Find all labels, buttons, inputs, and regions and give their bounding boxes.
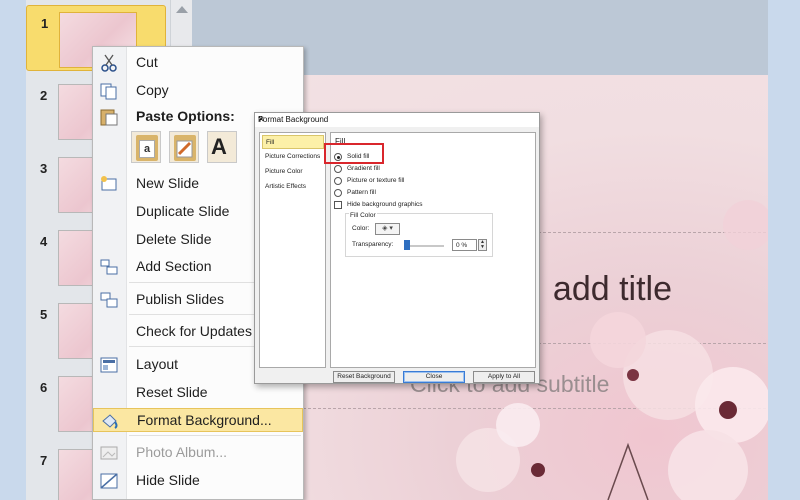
menu-item-label: Delete Slide [136, 231, 212, 247]
transparency-value-input[interactable]: 0 % [452, 239, 477, 251]
publish-slides-icon [100, 292, 118, 308]
paste-keep-source-formatting-icon[interactable] [169, 131, 199, 163]
close-icon[interactable]: ✕ [258, 115, 265, 124]
menu-item-cut[interactable]: Cut [93, 51, 303, 75]
title-placeholder-text: add title [552, 270, 672, 308]
menu-item-label: Layout [136, 356, 179, 372]
reset-background-button[interactable]: Reset Background [333, 371, 395, 383]
category-artistic-effects[interactable]: Artistic Effects [262, 180, 324, 194]
option-label: Hide background graphics [347, 201, 423, 208]
slide-number: 1 [41, 16, 49, 31]
text-only-glyph: A [211, 134, 227, 159]
slide-number: 3 [40, 161, 48, 176]
radio-button[interactable] [334, 177, 342, 185]
menu-item-label: New Slide [136, 175, 200, 191]
menu-item-label: Paste Options: [136, 108, 235, 124]
option-label: Picture or texture fill [347, 177, 405, 184]
layout-icon [100, 357, 118, 373]
menu-item-label: Photo Album... [136, 444, 228, 460]
menu-item-label: Hide Slide [136, 472, 200, 488]
menu-item-hide-slide[interactable]: Hide Slide [93, 469, 303, 493]
transparency-spinner[interactable]: ▲ ▼ [478, 239, 487, 251]
fill-settings-panel: Fill Solid fill Gradient fill Picture or… [330, 132, 536, 368]
add-section-icon [100, 259, 118, 275]
paste-use-destination-theme-icon[interactable]: a [131, 131, 161, 163]
slide-number: 2 [40, 88, 48, 103]
dialog-title-bar[interactable]: Format Background ? ✕ [255, 113, 539, 127]
copy-icon [100, 83, 117, 100]
dialog-category-list: Fill Picture Corrections Picture Color A… [259, 132, 326, 368]
menu-item-label: Check for Updates [136, 323, 252, 339]
slide-number: 4 [40, 234, 48, 249]
radio-button[interactable] [334, 189, 342, 197]
slide-number: 7 [40, 453, 48, 468]
option-label: Pattern fill [347, 189, 376, 196]
new-slide-icon [101, 176, 117, 191]
menu-separator [129, 435, 301, 436]
menu-item-label: Add Section [136, 258, 212, 274]
menu-item-photo-album[interactable]: Photo Album... [93, 441, 303, 465]
menu-item-format-background[interactable]: Format Background... [93, 408, 303, 432]
transparency-slider-thumb[interactable] [404, 240, 410, 250]
menu-item-label: Duplicate Slide [136, 203, 230, 219]
fill-color-group: Fill Color Color: ◈ ▾ Transparency: 0 % … [345, 212, 493, 257]
brush-icon [176, 140, 193, 158]
menu-item-label: Copy [136, 82, 169, 98]
format-background-dialog: Format Background ? ✕ Fill Picture Corre… [254, 112, 540, 384]
photo-album-icon [100, 446, 118, 460]
annotation-highlight-box [324, 143, 384, 164]
fill-color-group-label: Fill Color [349, 212, 377, 219]
transparency-slider-track[interactable] [406, 245, 444, 247]
slide-number: 6 [40, 380, 48, 395]
apply-to-all-button[interactable]: Apply to All [473, 371, 535, 383]
category-picture-color[interactable]: Picture Color [262, 165, 324, 179]
format-background-icon [102, 414, 118, 429]
menu-item-label: Publish Slides [136, 291, 224, 307]
close-button[interactable]: Close [403, 371, 465, 383]
category-fill[interactable]: Fill [262, 135, 324, 149]
color-picker-button[interactable]: ◈ ▾ [375, 223, 400, 235]
right-margin [768, 0, 800, 500]
scroll-up-arrow-icon[interactable] [176, 6, 188, 13]
scissors-icon [101, 54, 117, 72]
menu-item-copy[interactable]: Copy [93, 79, 303, 103]
paste-paper-glyph: a [139, 140, 155, 158]
color-label: Color: [352, 225, 370, 232]
category-picture-corrections[interactable]: Picture Corrections [262, 150, 324, 164]
clipboard-icon [100, 109, 118, 126]
menu-item-label: Reset Slide [136, 384, 208, 400]
menu-item-label: Format Background... [137, 412, 272, 428]
slide-number: 5 [40, 307, 48, 322]
dialog-title: Format Background [258, 115, 329, 124]
radio-button[interactable] [334, 165, 342, 173]
menu-item-label: Cut [136, 54, 158, 70]
transparency-label: Transparency: [352, 241, 394, 248]
checkbox[interactable] [334, 201, 342, 209]
menu-item-reset-slide[interactable]: Reset Slide [93, 381, 303, 405]
option-label: Gradient fill [347, 165, 380, 172]
paste-keep-text-only-icon[interactable]: A [207, 131, 237, 163]
hide-slide-icon [100, 473, 118, 489]
